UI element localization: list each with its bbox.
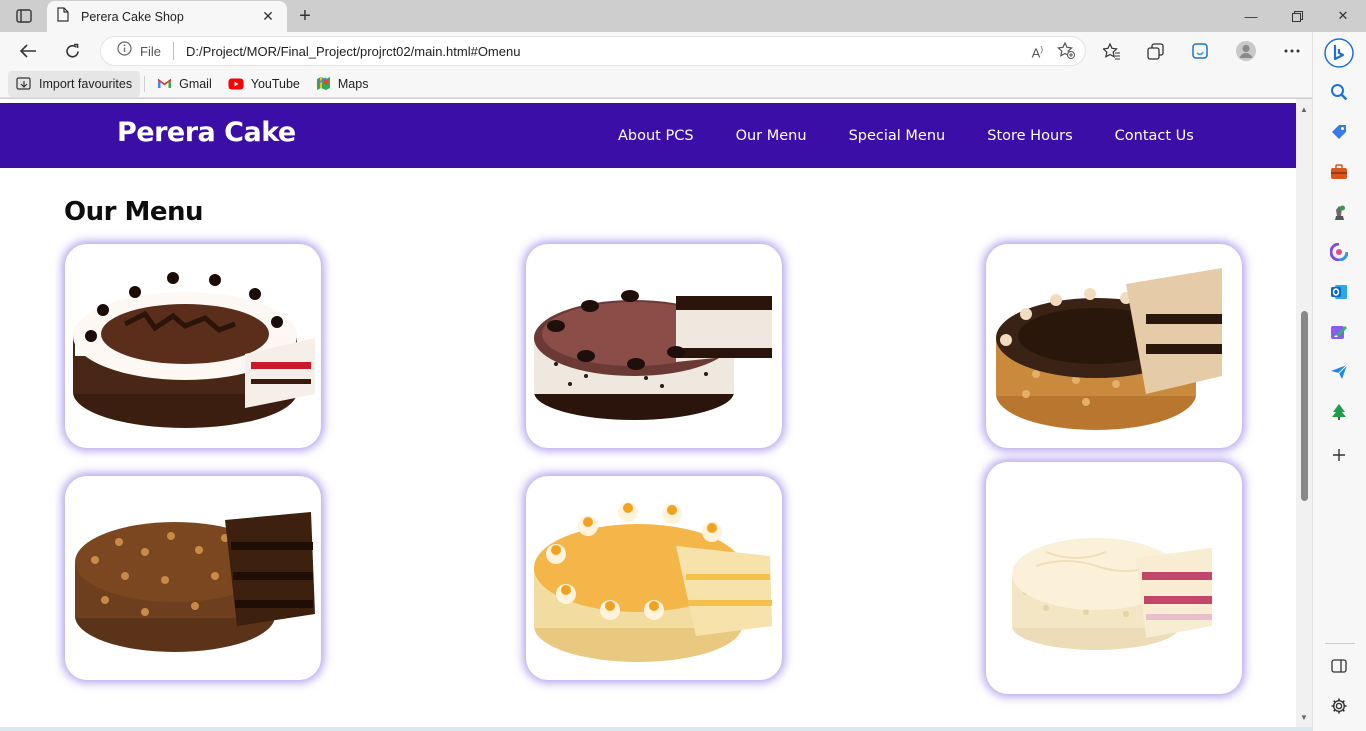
search-icon[interactable] — [1327, 80, 1351, 104]
refresh-icon[interactable] — [58, 38, 86, 64]
games-icon[interactable] — [1327, 200, 1351, 224]
address-url[interactable]: D:/Project/MOR/Final_Project/projrct02/m… — [186, 44, 521, 59]
page-scrollbar[interactable]: ▲ ▼ — [1296, 99, 1312, 731]
scroll-thumb[interactable] — [1301, 311, 1308, 501]
white-chocolate-raspberry-cake-image — [1012, 538, 1212, 650]
menu-card-chocolate-almond-cake[interactable] — [986, 244, 1242, 448]
copilot-icon[interactable] — [1324, 38, 1354, 68]
chocolate-hazelnut-cake-image — [75, 512, 315, 652]
gmail-icon — [157, 78, 172, 89]
browser-toolbar: File D:/Project/MOR/Final_Project/projrc… — [0, 32, 1312, 70]
address-divider — [172, 42, 174, 60]
site-brand[interactable]: Perera Cake — [117, 117, 296, 148]
edge-sidebar — [1312, 32, 1366, 731]
address-file-label: File — [140, 43, 161, 59]
read-aloud-icon[interactable]: A) — [1032, 45, 1043, 60]
active-tab[interactable]: Perera Cake Shop ✕ — [47, 1, 287, 32]
collections-icon[interactable] — [1142, 38, 1170, 64]
tab-title: Perera Cake Shop — [81, 9, 184, 24]
favourite-label: Import favourites — [39, 76, 133, 91]
info-icon[interactable] — [117, 41, 132, 61]
address-bar[interactable]: File D:/Project/MOR/Final_Project/projrc… — [100, 36, 1086, 66]
nav-contact[interactable]: Contact Us — [1115, 128, 1194, 144]
import-icon — [16, 76, 32, 91]
back-icon[interactable] — [14, 38, 42, 64]
send-icon[interactable] — [1327, 360, 1351, 384]
close-window-button[interactable]: ✕ — [1320, 0, 1366, 32]
nav-about[interactable]: About PCS — [618, 128, 694, 144]
menu-card-chocolate-hazelnut-cake[interactable] — [65, 476, 321, 680]
nav-store-hours[interactable]: Store Hours — [987, 128, 1072, 144]
scroll-up-arrow[interactable]: ▲ — [1299, 105, 1309, 115]
add-icon[interactable] — [1327, 443, 1351, 467]
favourite-maps[interactable]: Maps — [308, 71, 377, 97]
chocolate-almond-cake-image — [996, 268, 1222, 430]
shopping-tag-icon[interactable] — [1327, 120, 1351, 144]
tree-icon[interactable] — [1327, 400, 1351, 424]
menu-card-black-forest-cake[interactable] — [65, 244, 321, 448]
section-title: Our Menu — [64, 197, 204, 227]
site-navbar: Perera Cake About PCS Our Menu Special M… — [0, 103, 1296, 168]
settings-gear-icon[interactable] — [1327, 694, 1351, 718]
browser-essentials-icon[interactable] — [1186, 38, 1214, 64]
black-forest-cake-image — [73, 272, 315, 428]
favourite-gmail[interactable]: Gmail — [149, 71, 220, 97]
scroll-down-arrow[interactable]: ▼ — [1299, 713, 1309, 723]
nav-our-menu[interactable]: Our Menu — [736, 128, 807, 144]
tools-icon[interactable] — [1327, 160, 1351, 184]
sidebar-divider — [1325, 643, 1355, 644]
favourite-label: Gmail — [179, 76, 212, 91]
microsoft-365-icon[interactable] — [1327, 240, 1351, 264]
address-actions: A) — [1032, 41, 1075, 64]
tab-actions-icon[interactable] — [10, 5, 38, 27]
tab-strip: Perera Cake Shop ✕ + — ✕ — [0, 0, 1366, 32]
orange-cream-cake-image — [534, 502, 772, 662]
new-tab-button[interactable]: + — [293, 4, 317, 28]
youtube-icon — [228, 78, 244, 90]
more-menu-icon[interactable] — [1278, 38, 1306, 64]
outlook-icon[interactable] — [1327, 280, 1351, 304]
designer-icon[interactable] — [1327, 320, 1351, 344]
favourites-bar: Import favourites Gmail YouTube Maps — [0, 70, 1312, 98]
minimize-button[interactable]: — — [1228, 0, 1274, 32]
page-icon — [57, 6, 69, 27]
tab-close-icon[interactable]: ✕ — [259, 8, 277, 25]
bottom-strip — [0, 727, 1312, 731]
site-nav: About PCS Our Menu Special Menu Store Ho… — [618, 103, 1236, 168]
favourite-youtube[interactable]: YouTube — [220, 71, 308, 97]
maps-icon — [316, 76, 331, 91]
menu-card-oreo-cheesecake[interactable] — [526, 244, 782, 448]
favourite-label: Maps — [337, 76, 369, 91]
oreo-cheesecake-image — [534, 290, 772, 420]
favourite-import[interactable]: Import favourites — [8, 70, 141, 97]
menu-card-white-chocolate-raspberry-cake[interactable] — [986, 462, 1242, 694]
profile-avatar[interactable] — [1232, 38, 1260, 64]
favourites-icon[interactable] — [1098, 38, 1126, 64]
favourite-label: YouTube — [250, 76, 300, 91]
restore-button[interactable] — [1274, 0, 1320, 32]
page-viewport: Perera Cake About PCS Our Menu Special M… — [0, 99, 1312, 731]
add-favourite-icon[interactable] — [1057, 41, 1075, 64]
nav-special-menu[interactable]: Special Menu — [849, 128, 946, 144]
menu-card-orange-cream-cake[interactable] — [526, 476, 782, 680]
sidebar-panel-icon[interactable] — [1327, 654, 1351, 678]
favourites-divider — [144, 75, 146, 92]
